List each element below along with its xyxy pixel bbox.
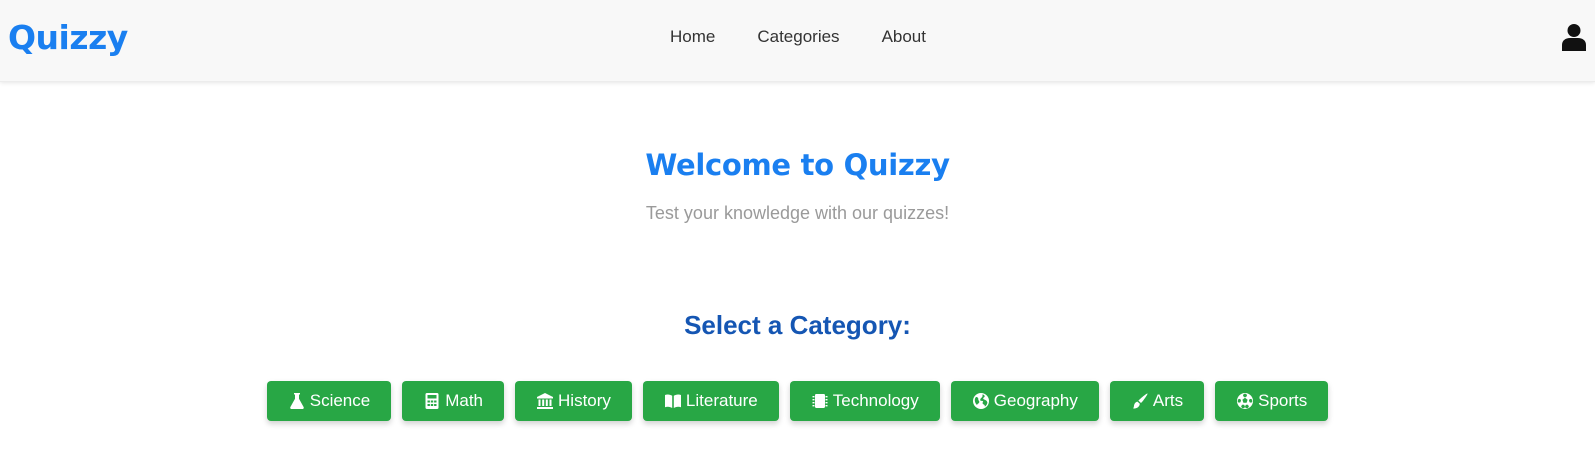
category-button-literature[interactable]: Literature	[642, 381, 779, 421]
brand-logo[interactable]: Quizzy	[8, 18, 128, 57]
category-label: Literature	[685, 391, 758, 410]
category-label: History	[558, 391, 611, 410]
category-heading: Select a Category:	[684, 310, 911, 340]
category-button-arts[interactable]: Arts	[1109, 381, 1205, 421]
category-label: Technology	[832, 391, 919, 410]
category-button-math[interactable]: Math	[402, 381, 505, 421]
category-label: Science	[309, 391, 371, 410]
nav-links: Home Categories About	[0, 27, 1595, 47]
user-icon[interactable]	[1561, 23, 1587, 51]
category-label: Math	[445, 391, 484, 410]
category-button-science[interactable]: Science	[266, 381, 392, 421]
landmark-icon	[536, 392, 554, 410]
navbar: Quizzy Home Categories About	[0, 0, 1595, 82]
category-button-sports[interactable]: Sports	[1215, 381, 1329, 421]
soccer-ball-icon	[1236, 392, 1254, 410]
hero-title: Welcome to Quizzy	[645, 148, 950, 182]
globe-icon	[972, 392, 990, 410]
chip-icon	[811, 392, 829, 410]
category-label: Sports	[1258, 391, 1308, 410]
hero-subtitle: Test your knowledge with our quizzes!	[645, 203, 950, 223]
flask-icon	[288, 392, 306, 410]
category-button-technology[interactable]: Technology	[789, 381, 940, 421]
category-label: Arts	[1152, 391, 1184, 410]
nav-link-about[interactable]: About	[882, 27, 926, 47]
calculator-icon	[423, 392, 441, 410]
nav-link-home[interactable]: Home	[670, 27, 715, 47]
category-label: Geography	[993, 391, 1078, 410]
book-icon	[664, 392, 682, 410]
hero-section: Welcome to Quizzy Test your knowledge wi…	[0, 82, 1595, 224]
category-button-history[interactable]: History	[515, 381, 632, 421]
paintbrush-icon	[1131, 392, 1149, 410]
nav-link-categories[interactable]: Categories	[757, 27, 839, 47]
category-button-geography[interactable]: Geography	[950, 381, 1099, 421]
category-list: Science Math History Literature Technolo…	[0, 381, 1595, 421]
